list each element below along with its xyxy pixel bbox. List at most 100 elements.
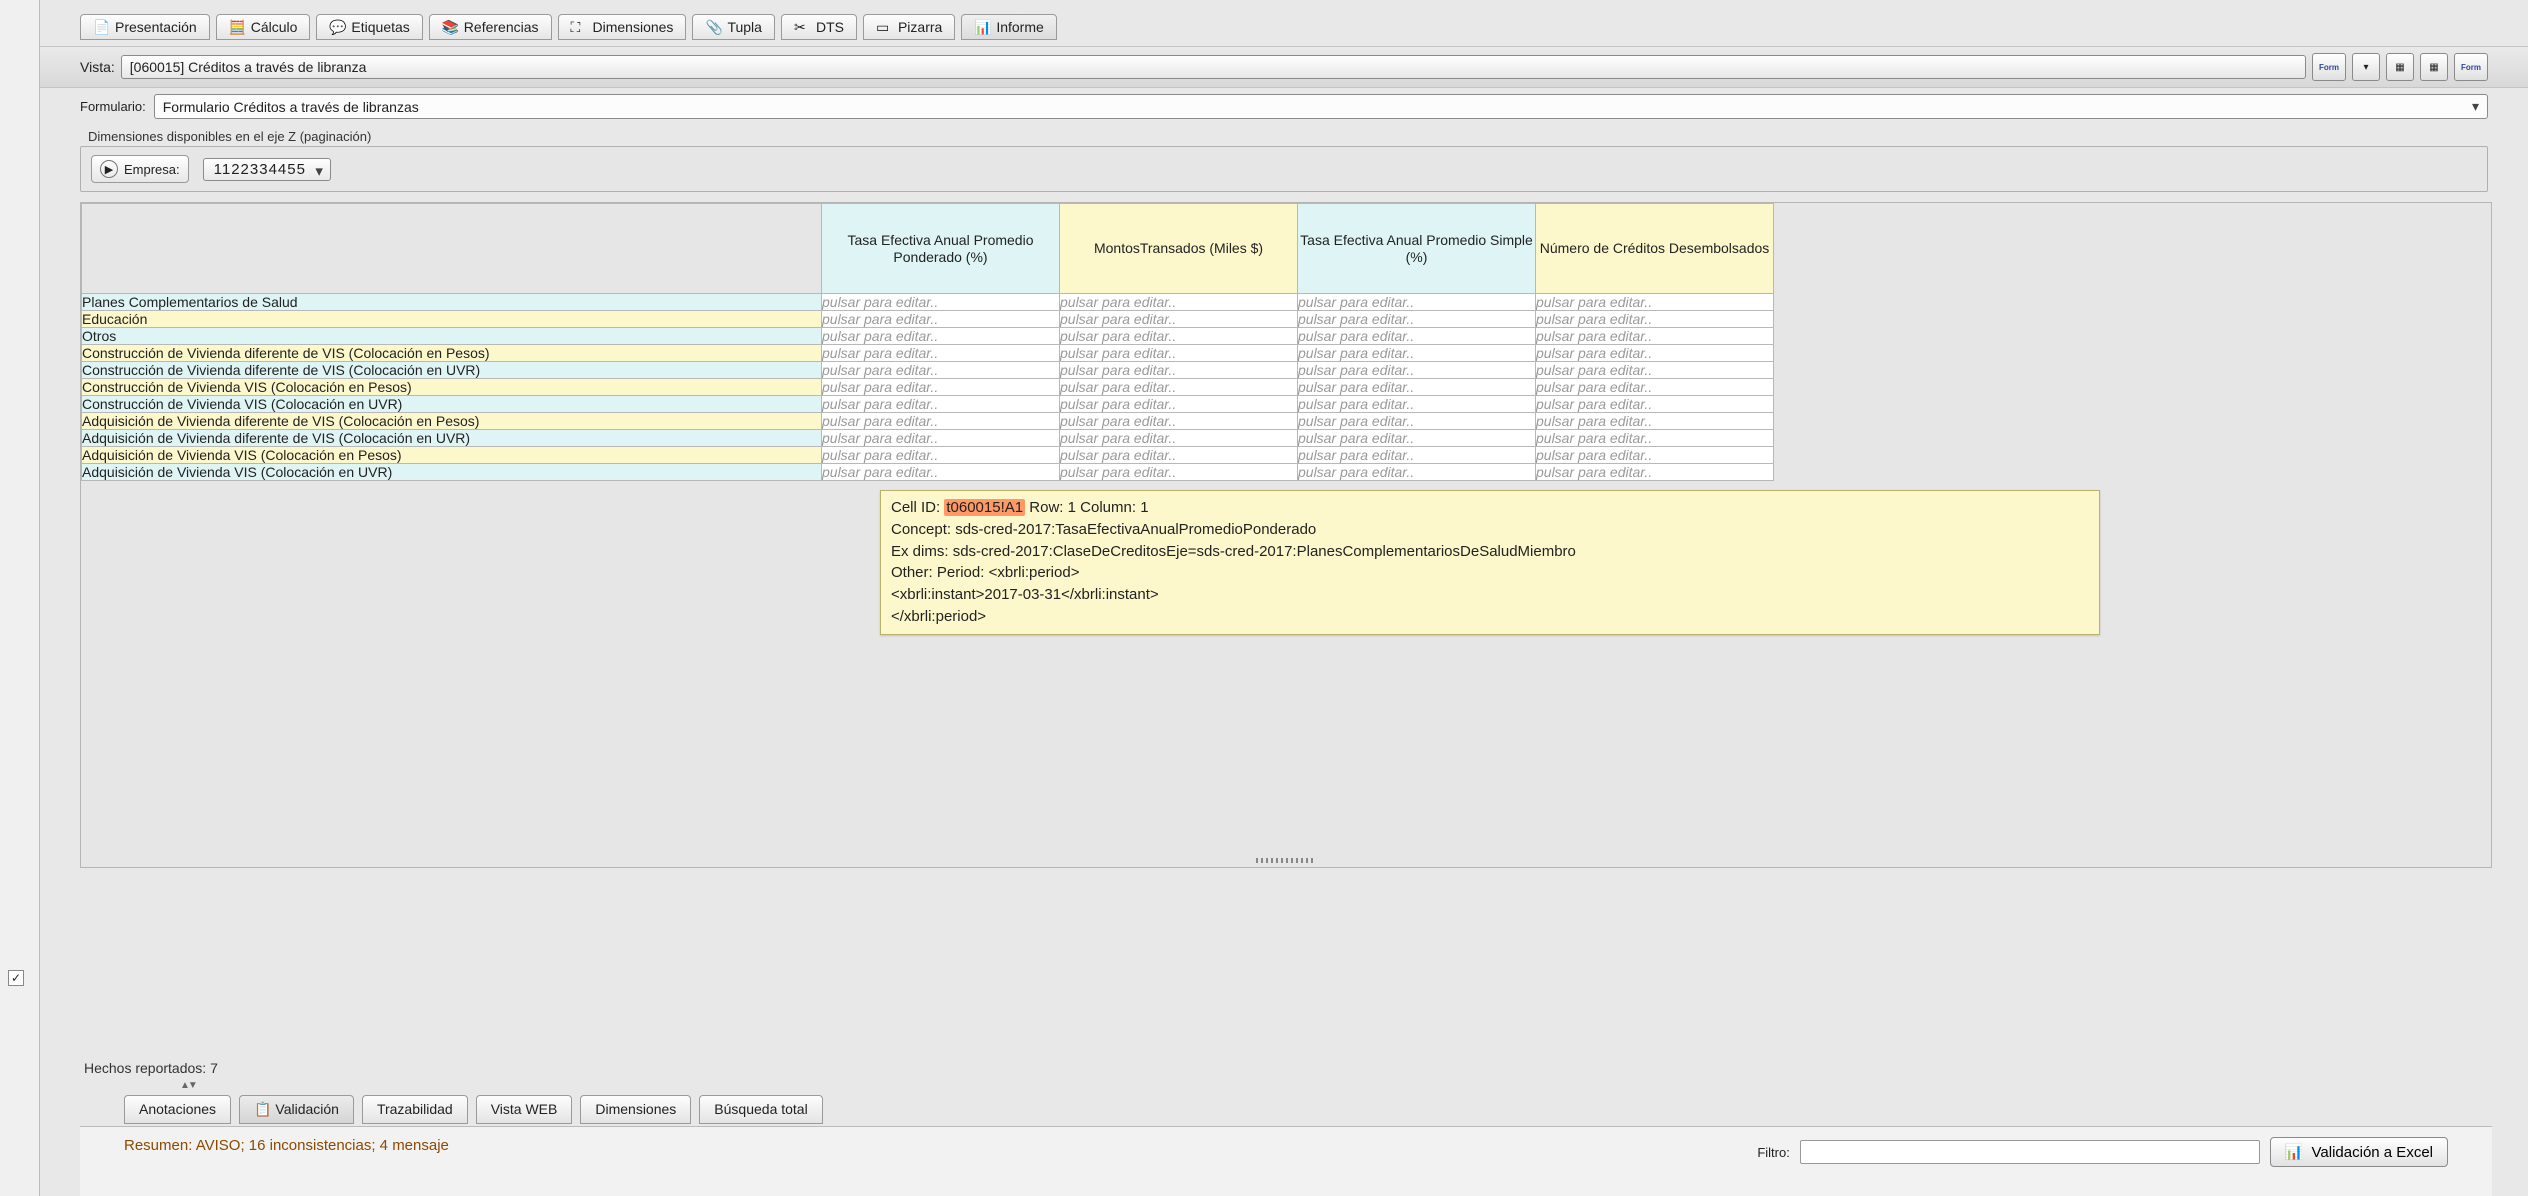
row-header[interactable]: Adquisición de Vivienda diferente de VIS… (82, 430, 822, 447)
grid-cell[interactable]: pulsar para editar.. (1536, 413, 1774, 430)
form-dropdown-arrow[interactable]: ▾ (2352, 53, 2380, 81)
row-header[interactable]: Adquisición de Vivienda VIS (Colocación … (82, 464, 822, 481)
grid-cell[interactable]: pulsar para editar.. (1298, 311, 1536, 328)
grid-cell[interactable]: pulsar para editar.. (822, 328, 1060, 345)
grid-cell[interactable]: pulsar para editar.. (1298, 413, 1536, 430)
tooltip-exdims-value: sds-cred-2017:ClaseDeCreditosEje=sds-cre… (953, 543, 1576, 560)
row-header[interactable]: Construcción de Vivienda diferente de VI… (82, 345, 822, 362)
play-icon[interactable]: ▶ (100, 160, 118, 178)
grid-cell[interactable]: pulsar para editar.. (1060, 464, 1298, 481)
left-checkbox[interactable]: ✓ (8, 970, 24, 986)
export-excel-button[interactable]: 📊Validación a Excel (2270, 1137, 2448, 1167)
grid-view-1-button[interactable]: ▦ (2386, 53, 2414, 81)
grid-view-2-button[interactable]: ▦ (2420, 53, 2448, 81)
grid-cell[interactable]: pulsar para editar.. (1298, 379, 1536, 396)
grid-cell[interactable]: pulsar para editar.. (1060, 328, 1298, 345)
tab-referencias[interactable]: 📚Referencias (429, 14, 552, 40)
row-header[interactable]: Adquisición de Vivienda VIS (Colocación … (82, 447, 822, 464)
grid-cell[interactable]: pulsar para editar.. (822, 447, 1060, 464)
grid-cell[interactable]: pulsar para editar.. (822, 362, 1060, 379)
btab-busqueda[interactable]: Búsqueda total (699, 1095, 822, 1124)
grid-cell[interactable]: pulsar para editar.. (1060, 379, 1298, 396)
grid-cell[interactable]: pulsar para editar.. (1298, 362, 1536, 379)
row-header[interactable]: Planes Complementarios de Salud (82, 294, 822, 311)
grid-cell[interactable]: pulsar para editar.. (1060, 362, 1298, 379)
grid-cell[interactable]: pulsar para editar.. (1060, 294, 1298, 311)
grid-cell[interactable]: pulsar para editar.. (1298, 447, 1536, 464)
tab-etiquetas[interactable]: 💬Etiquetas (316, 14, 422, 40)
row-header[interactable]: Construcción de Vivienda diferente de VI… (82, 362, 822, 379)
tab-calculo[interactable]: 🧮Cálculo (216, 14, 311, 40)
filtro-input[interactable] (1800, 1140, 2260, 1164)
grid-cell[interactable]: pulsar para editar.. (822, 430, 1060, 447)
tooltip-cellid-label: Cell ID: (891, 499, 940, 516)
btab-trazabilidad[interactable]: Trazabilidad (362, 1095, 468, 1124)
excel-icon: 📊 (2285, 1143, 2304, 1161)
grid-cell[interactable]: pulsar para editar.. (822, 311, 1060, 328)
drag-handle[interactable] (1256, 858, 1316, 863)
col-header[interactable]: Tasa Efectiva Anual Promedio Simple (%) (1298, 204, 1536, 294)
grid-cell[interactable]: pulsar para editar.. (1536, 396, 1774, 413)
btab-vistaweb[interactable]: Vista WEB (476, 1095, 573, 1124)
row-header[interactable]: Construcción de Vivienda VIS (Colocación… (82, 396, 822, 413)
col-header[interactable]: Número de Créditos Desembolsados (1536, 204, 1774, 294)
grid-cell[interactable]: pulsar para editar.. (1298, 464, 1536, 481)
grid-cell[interactable]: pulsar para editar.. (1060, 413, 1298, 430)
grid-cell[interactable]: pulsar para editar.. (822, 294, 1060, 311)
grid-cell[interactable]: pulsar para editar.. (1060, 396, 1298, 413)
grid-cell[interactable]: pulsar para editar.. (1298, 430, 1536, 447)
grid-cell[interactable]: pulsar para editar.. (1536, 345, 1774, 362)
tooltip-row-value: 1 (1068, 499, 1076, 516)
row-header[interactable]: Otros (82, 328, 822, 345)
row-header[interactable]: Adquisición de Vivienda diferente de VIS… (82, 413, 822, 430)
form-view-button[interactable]: Form (2312, 53, 2346, 81)
tab-dts[interactable]: ✂ DTS (781, 14, 857, 40)
btab-validacion[interactable]: 📋 Validación (239, 1095, 354, 1124)
grid-cell[interactable]: pulsar para editar.. (1060, 311, 1298, 328)
empresa-label: Empresa: (124, 162, 180, 177)
vista-dropdown[interactable]: [060015] Créditos a través de libranza (121, 55, 2306, 79)
tab-pizarra[interactable]: ▭Pizarra (863, 14, 955, 40)
filter-group: Filtro: 📊Validación a Excel (1757, 1137, 2448, 1167)
row-header[interactable]: Educación (82, 311, 822, 328)
grid-cell[interactable]: pulsar para editar.. (1298, 294, 1536, 311)
grid-cell[interactable]: pulsar para editar.. (1060, 430, 1298, 447)
grid-cell[interactable]: pulsar para editar.. (822, 413, 1060, 430)
tab-tupla[interactable]: 📎Tupla (692, 14, 775, 40)
grid-cell[interactable]: pulsar para editar.. (1298, 328, 1536, 345)
grid-cell[interactable]: pulsar para editar.. (1536, 379, 1774, 396)
grid-cell[interactable]: pulsar para editar.. (822, 396, 1060, 413)
grid-cell[interactable]: pulsar para editar.. (1060, 345, 1298, 362)
tab-dimensiones[interactable]: ⛶Dimensiones (558, 14, 687, 40)
grid-cell[interactable]: pulsar para editar.. (822, 345, 1060, 362)
tab-informe[interactable]: 📊Informe (961, 14, 1056, 40)
grid-cell[interactable]: pulsar para editar.. (1298, 345, 1536, 362)
tooltip-cellid-value: t060015!A1 (944, 499, 1025, 516)
form-view-2-button[interactable]: Form (2454, 53, 2488, 81)
empresa-dropdown[interactable]: 1122334455 (203, 158, 331, 181)
grid-cell[interactable]: pulsar para editar.. (822, 379, 1060, 396)
scissors-icon: ✂ (794, 19, 810, 35)
grid-cell[interactable]: pulsar para editar.. (1536, 328, 1774, 345)
col-header[interactable]: MontosTransados (Miles $) (1060, 204, 1298, 294)
btab-dimensiones[interactable]: Dimensiones (580, 1095, 691, 1124)
tab-label: DTS (816, 19, 844, 35)
grid-cell[interactable]: pulsar para editar.. (1536, 464, 1774, 481)
grid-cell[interactable]: pulsar para editar.. (1536, 294, 1774, 311)
grid-cell[interactable]: pulsar para editar.. (1536, 430, 1774, 447)
btab-anotaciones[interactable]: Anotaciones (124, 1095, 231, 1124)
tab-presentacion[interactable]: 📄Presentación (80, 14, 210, 40)
row-header[interactable]: Construcción de Vivienda VIS (Colocación… (82, 379, 822, 396)
grid-cell[interactable]: pulsar para editar.. (822, 464, 1060, 481)
grid-cell[interactable]: pulsar para editar.. (1536, 447, 1774, 464)
grid-cell[interactable]: pulsar para editar.. (1060, 447, 1298, 464)
tab-label: Cálculo (251, 19, 298, 35)
expand-collapse-triangles[interactable]: ▲▼ (180, 1080, 196, 1091)
grid-cell[interactable]: pulsar para editar.. (1298, 396, 1536, 413)
formulario-dropdown[interactable]: Formulario Créditos a través de libranza… (154, 94, 2488, 119)
tab-label: Presentación (115, 19, 197, 35)
grid-cell[interactable]: pulsar para editar.. (1536, 311, 1774, 328)
z-pagination-label: Dimensiones disponibles en el eje Z (pag… (40, 125, 2528, 146)
grid-cell[interactable]: pulsar para editar.. (1536, 362, 1774, 379)
col-header[interactable]: Tasa Efectiva Anual Promedio Ponderado (… (822, 204, 1060, 294)
